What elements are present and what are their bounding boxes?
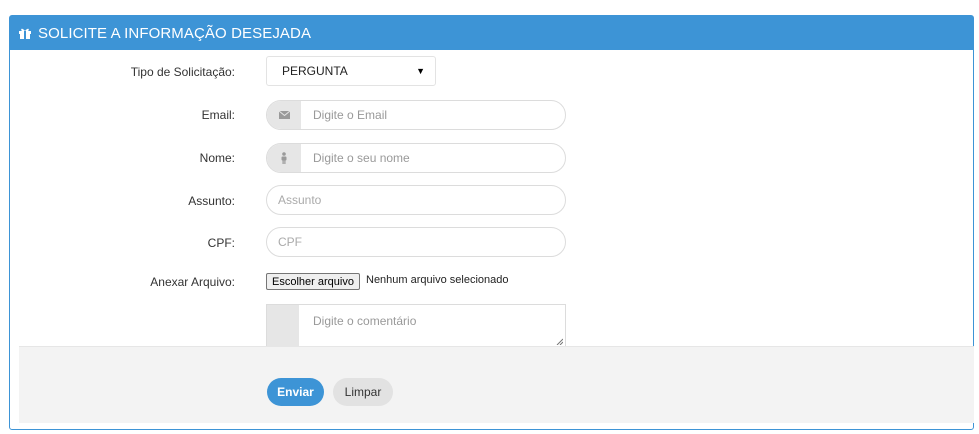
tipo-selected-value: PERGUNTA <box>282 64 348 78</box>
panel-title: SOLICITE A INFORMAÇÃO DESEJADA <box>38 24 312 42</box>
resize-grip-icon[interactable] <box>556 338 563 345</box>
tipo-label: Tipo de Solicitação: <box>130 65 235 79</box>
nome-placeholder: Digite o seu nome <box>313 151 410 165</box>
person-icon <box>267 144 301 172</box>
envelope-icon <box>267 101 301 129</box>
email-field[interactable]: Digite o Email <box>266 100 566 130</box>
tipo-select[interactable]: PERGUNTA ▼ <box>266 56 436 86</box>
cpf-field[interactable]: CPF <box>266 227 566 257</box>
file-status: Nenhum arquivo selecionado <box>366 274 509 286</box>
gift-icon <box>18 26 32 40</box>
comment-addon <box>267 305 299 347</box>
choose-file-button[interactable]: Escolher arquivo <box>266 273 360 290</box>
comment-placeholder: Digite o comentário <box>313 314 417 328</box>
clear-button[interactable]: Limpar <box>333 378 393 406</box>
nome-field[interactable]: Digite o seu nome <box>266 143 566 173</box>
panel-header: SOLICITE A INFORMAÇÃO DESEJADA <box>10 16 973 50</box>
submit-button[interactable]: Enviar <box>267 378 324 406</box>
comment-textarea[interactable]: Digite o comentário <box>266 304 566 348</box>
email-label: Email: <box>201 108 235 122</box>
cpf-placeholder: CPF <box>278 235 302 249</box>
email-placeholder: Digite o Email <box>313 108 388 122</box>
assunto-placeholder: Assunto <box>278 193 322 207</box>
nome-label: Nome: <box>199 151 235 165</box>
request-panel: SOLICITE A INFORMAÇÃO DESEJADA Tipo de S… <box>9 15 974 430</box>
anexo-label: Anexar Arquivo: <box>150 275 235 289</box>
assunto-field[interactable]: Assunto <box>266 185 566 215</box>
cpf-label: CPF: <box>207 236 235 250</box>
assunto-label: Assunto: <box>188 194 235 208</box>
form-actions: Enviar Limpar <box>19 346 974 423</box>
caret-down-icon: ▼ <box>416 66 425 76</box>
